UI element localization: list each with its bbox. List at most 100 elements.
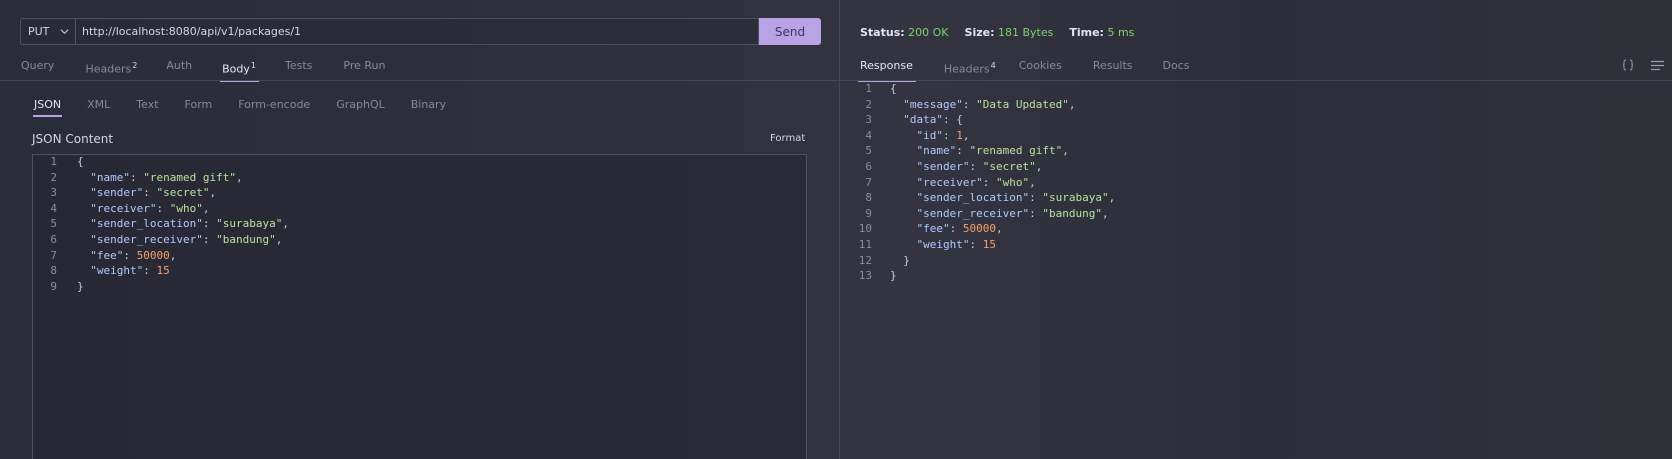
tab-response-headers[interactable]: Headers4: [943, 57, 997, 82]
tab-divider: [0, 80, 839, 81]
code-line: "data": {: [903, 113, 963, 127]
chevron-down-icon: [60, 27, 69, 39]
line-number-gutter: 1 2 3 4 5 6 7 8 9: [39, 154, 57, 294]
code-line: "receiver": "who",: [916, 175, 1036, 189]
code-line: "sender_receiver": "bandung",: [916, 206, 1109, 220]
code-line: "sender_location": "surabaya",: [90, 217, 289, 231]
code-line: }: [890, 269, 897, 283]
status-group: Status: 200 OK: [860, 26, 949, 39]
status-value: 200 OK: [908, 26, 949, 39]
line-number: 2: [865, 97, 872, 111]
code-line: "weight": 15: [90, 264, 170, 278]
tab-label: Response: [860, 59, 913, 72]
json-editor[interactable]: 1 2 3 4 5 6 7 8 9 { "name": "renamed gif…: [32, 154, 807, 459]
subtab-form[interactable]: Form: [185, 97, 213, 113]
subtab-binary[interactable]: Binary: [411, 97, 446, 113]
line-number: 6: [50, 232, 57, 246]
time-label: Time:: [1069, 26, 1104, 39]
tab-label: Results: [1092, 59, 1133, 72]
tab-badge: 4: [990, 61, 996, 70]
response-status-bar: Status: 200 OK Size: 181 Bytes Time: 5 m…: [860, 26, 1150, 39]
code-line: "sender": "secret",: [916, 159, 1043, 173]
tab-label: Cookies: [1018, 59, 1062, 72]
request-tabs: Query Headers2 Auth Body1 Tests Pre Run: [20, 57, 417, 82]
line-number: 1: [50, 155, 57, 168]
tab-label: Query: [21, 59, 55, 72]
line-number: 8: [50, 264, 57, 278]
tab-auth[interactable]: Auth: [165, 57, 193, 82]
response-tabs: Response Headers4 Cookies Results Docs: [858, 57, 1222, 82]
tab-badge: 2: [132, 61, 138, 70]
time-value: 5 ms: [1107, 26, 1135, 39]
code-line: "message": "Data Updated",: [903, 97, 1076, 111]
code-line: "name": "renamed gift",: [916, 144, 1069, 158]
code-line: "id": 1,: [916, 128, 970, 142]
code-line: }: [77, 279, 84, 293]
braces-icon[interactable]: [1622, 59, 1634, 74]
body-format-tabs: JSON XML Text Form Form-encode GraphQL B…: [32, 97, 472, 117]
code-line: "name": "renamed gift",: [90, 170, 243, 184]
send-button[interactable]: Send: [759, 18, 821, 45]
tab-results[interactable]: Results: [1092, 57, 1134, 82]
tab-body[interactable]: Body1: [220, 57, 259, 82]
line-number: 2: [50, 170, 57, 184]
code-line: {: [77, 155, 84, 168]
tab-label: Tests: [284, 59, 313, 72]
line-number: 1: [865, 82, 872, 95]
line-number: 3: [50, 186, 57, 200]
method-value: PUT: [28, 25, 50, 38]
line-number: 13: [858, 269, 872, 283]
line-number: 6: [865, 159, 872, 173]
tab-label: Docs: [1162, 59, 1190, 72]
menu-icon[interactable]: [1651, 60, 1664, 74]
response-json-code[interactable]: { "message": "Data Updated", "data": { "…: [890, 81, 1115, 284]
pane-divider[interactable]: [839, 0, 840, 459]
code-line: "weight": 15: [916, 237, 996, 251]
line-number: 4: [50, 201, 57, 215]
line-number: 12: [858, 253, 872, 267]
tab-pre-run[interactable]: Pre Run: [342, 57, 386, 82]
line-number: 3: [865, 113, 872, 127]
size-value: 181 Bytes: [997, 26, 1054, 39]
code-line: "sender_location": "surabaya",: [916, 191, 1116, 205]
subtab-form-encode[interactable]: Form-encode: [238, 97, 310, 113]
code-line: "receiver": "who",: [90, 201, 210, 215]
line-number: 9: [865, 206, 872, 220]
time-group: Time: 5 ms: [1069, 26, 1134, 39]
line-number: 9: [50, 279, 57, 293]
code-line: "sender": "secret",: [90, 186, 217, 200]
json-content-title: JSON Content: [32, 132, 114, 146]
line-number: 11: [858, 237, 872, 251]
tab-tests[interactable]: Tests: [284, 57, 313, 82]
tab-badge: 1: [250, 61, 256, 70]
request-json-code[interactable]: { "name": "renamed gift", "sender": "sec…: [77, 154, 289, 294]
format-button[interactable]: Format: [770, 133, 805, 144]
url-input[interactable]: http://localhost:8080/api/v1/packages/1: [75, 18, 759, 45]
size-group: Size: 181 Bytes: [965, 26, 1054, 39]
status-label: Status:: [860, 26, 905, 39]
tab-query[interactable]: Query: [20, 57, 55, 82]
request-pane: PUT http://localhost:8080/api/v1/package…: [0, 0, 839, 459]
request-bar: PUT http://localhost:8080/api/v1/package…: [20, 18, 821, 45]
subtab-text[interactable]: Text: [136, 97, 158, 113]
size-label: Size:: [964, 26, 995, 39]
subtab-xml[interactable]: XML: [87, 97, 110, 113]
line-number: 4: [865, 128, 872, 142]
tab-headers[interactable]: Headers2: [84, 57, 138, 82]
tab-label: Headers: [943, 62, 990, 76]
subtab-graphql[interactable]: GraphQL: [336, 97, 385, 113]
line-number: 5: [865, 144, 872, 158]
subtab-json[interactable]: JSON: [32, 97, 63, 117]
code-line: }: [890, 253, 910, 267]
code-line: "fee": 50000,: [90, 248, 177, 262]
line-number: 10: [858, 222, 872, 236]
method-select[interactable]: PUT: [20, 18, 75, 45]
tab-docs[interactable]: Docs: [1162, 57, 1191, 82]
tab-response[interactable]: Response: [858, 57, 916, 82]
line-number: 8: [865, 191, 872, 205]
tab-label: Pre Run: [343, 59, 386, 72]
tab-label: Headers: [85, 62, 132, 76]
response-line-number-gutter: 1 2 3 4 5 6 7 8 9 10 11 12 13: [852, 81, 872, 284]
tab-label: Body: [222, 62, 250, 76]
tab-cookies[interactable]: Cookies: [1018, 57, 1063, 82]
